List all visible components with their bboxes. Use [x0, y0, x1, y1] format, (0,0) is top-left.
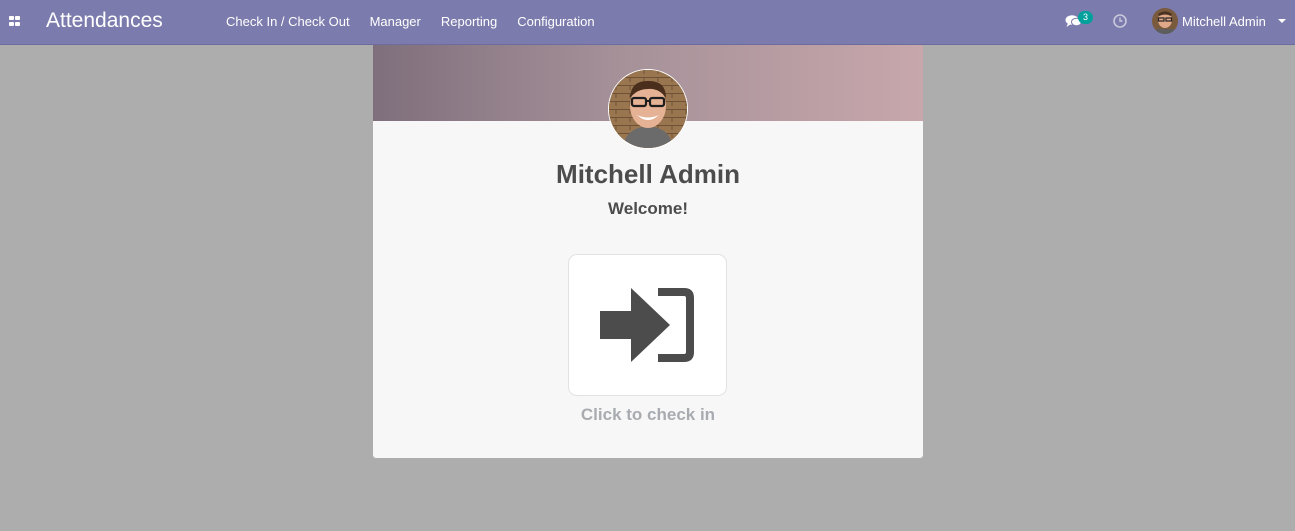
- user-name: Mitchell Admin: [1182, 14, 1266, 29]
- menu-item-check-in-check-out[interactable]: Check In / Check Out: [216, 0, 360, 44]
- avatar: [1152, 8, 1178, 34]
- kiosk-card: Mitchell Admin Welcome! Click to check i…: [373, 45, 923, 458]
- employee-avatar: [608, 69, 688, 149]
- check-in-button[interactable]: [568, 254, 727, 396]
- main-menu: Check In / Check Out Manager Reporting C…: [216, 0, 605, 44]
- messages-count-badge: 3: [1078, 11, 1093, 24]
- welcome-message: Welcome!: [608, 199, 688, 218]
- menu-item-manager[interactable]: Manager: [360, 0, 431, 44]
- user-menu[interactable]: Mitchell Admin: [1152, 8, 1295, 36]
- app-title: Attendances: [46, 9, 163, 32]
- top-navbar: Attendances Check In / Check Out Manager…: [0, 0, 1295, 45]
- sign-in-icon: [600, 288, 694, 362]
- caret-down-icon: [1278, 19, 1286, 23]
- activity-menu[interactable]: [1112, 13, 1128, 29]
- menu-item-reporting[interactable]: Reporting: [431, 0, 507, 44]
- menu-item-configuration[interactable]: Configuration: [507, 0, 604, 44]
- clock-icon: [1113, 14, 1127, 28]
- check-in-label: Click to check in: [580, 405, 716, 424]
- employee-name: Mitchell Admin: [556, 159, 740, 189]
- messaging-menu[interactable]: 3: [1065, 11, 1093, 32]
- apps-icon[interactable]: [9, 16, 20, 26]
